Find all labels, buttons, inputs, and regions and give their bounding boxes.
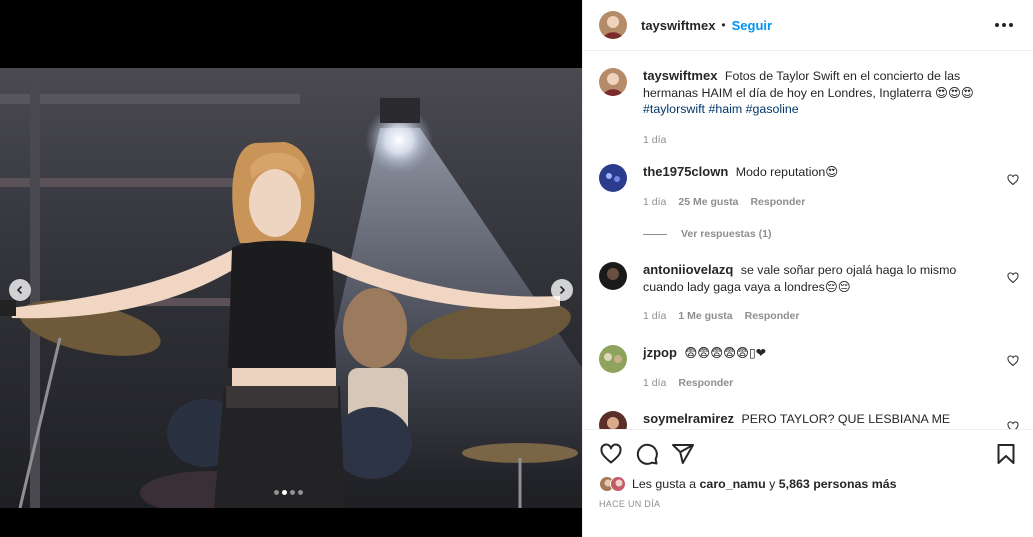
comment-icon[interactable]	[635, 442, 659, 466]
action-buttons	[583, 430, 1033, 466]
caption-meta: 1 día	[643, 132, 993, 149]
comment-text: Modo reputation😍	[735, 165, 839, 179]
comment-likes[interactable]: 1 Me gusta	[678, 308, 732, 325]
reply-button[interactable]: Responder	[750, 194, 805, 211]
post-actions-section: Les gusta a caro_namu y 5,863 personas m…	[583, 429, 1033, 537]
carousel-prev-button[interactable]	[9, 279, 31, 301]
post-timestamp[interactable]: HACE UN DÍA	[583, 492, 1033, 509]
bookmark-icon[interactable]	[994, 442, 1018, 466]
hashtag-link[interactable]: #taylorswift	[643, 102, 705, 116]
avatar-image	[599, 411, 627, 429]
heart-icon[interactable]	[599, 442, 623, 466]
carousel-dot	[290, 490, 295, 495]
carousel-dot	[298, 490, 303, 495]
avatar[interactable]	[599, 345, 627, 373]
comment-likes[interactable]: 25 Me gusta	[678, 194, 738, 211]
carousel-dot	[274, 490, 279, 495]
avatar-image	[599, 345, 627, 373]
liker-avatar-image	[611, 477, 625, 491]
comment-meta: 1 día Responder	[643, 375, 993, 392]
likes-middle: y	[769, 477, 776, 491]
view-replies-label: Ver respuestas (1)	[681, 228, 772, 240]
likes-count-link[interactable]: 5,863 personas más	[779, 477, 897, 491]
more-options-icon[interactable]	[991, 17, 1017, 33]
avatar-image	[599, 262, 627, 290]
post-header: tayswiftmex • Seguir	[583, 0, 1033, 51]
avatar-image	[599, 164, 627, 192]
avatar[interactable]	[599, 262, 627, 290]
concert-photo-illustration	[0, 68, 582, 508]
comment-body: antoniiovelazq se vale soñar pero ojalá …	[643, 262, 993, 325]
comment-username[interactable]: soymelramirez	[643, 411, 734, 426]
more-dot	[1009, 23, 1013, 27]
comment-meta: 1 día 1 Me gusta Responder	[643, 308, 993, 325]
follow-button[interactable]: Seguir	[732, 18, 772, 33]
post-photo[interactable]	[0, 68, 582, 508]
chevron-left-icon	[16, 285, 23, 295]
like-comment-heart-icon[interactable]	[1007, 272, 1019, 284]
likes-text: Les gusta a caro_namu y 5,863 personas m…	[632, 477, 897, 491]
like-comment-heart-icon[interactable]	[1007, 174, 1019, 186]
separator-dot: •	[721, 18, 726, 32]
comment-username[interactable]: jzpop	[643, 345, 677, 360]
post-side-panel: tayswiftmex • Seguir tayswiftmex Fotos d…	[582, 0, 1033, 537]
likes-prefix: Les gusta a	[632, 477, 697, 491]
view-replies-button[interactable]: Ver respuestas (1)	[643, 228, 771, 240]
avatar-image	[599, 68, 627, 96]
likes-summary: Les gusta a caro_namu y 5,863 personas m…	[583, 466, 1033, 492]
chevron-right-icon	[559, 285, 566, 295]
comments-list[interactable]: tayswiftmex Fotos de Taylor Swift en el …	[583, 52, 1033, 429]
comment-username[interactable]: antoniiovelazq	[643, 262, 733, 277]
more-dot	[1002, 23, 1006, 27]
comment-body: the1975clown Modo reputation😍 1 día 25 M…	[643, 164, 993, 210]
liker-avatar	[610, 476, 626, 492]
caption-username[interactable]: tayswiftmex	[643, 68, 717, 83]
reply-button[interactable]: Responder	[678, 375, 733, 392]
carousel-dot-active	[282, 490, 287, 495]
divider-line	[643, 233, 667, 235]
comment-time[interactable]: 1 día	[643, 375, 666, 392]
hashtag-link[interactable]: #gasoline	[746, 102, 799, 116]
avatar-image	[599, 11, 627, 39]
caption-body: tayswiftmex Fotos de Taylor Swift en el …	[643, 68, 993, 148]
avatar[interactable]	[599, 11, 627, 39]
like-comment-heart-icon[interactable]	[1007, 355, 1019, 367]
avatar[interactable]	[599, 411, 627, 429]
comment-time[interactable]: 1 día	[643, 308, 666, 325]
carousel-next-button[interactable]	[551, 279, 573, 301]
comment-time[interactable]: 1 día	[643, 194, 666, 211]
likes-user-link[interactable]: caro_namu	[700, 477, 766, 491]
avatar[interactable]	[599, 164, 627, 192]
carousel-indicator	[274, 490, 303, 495]
comment-meta: 1 día 25 Me gusta Responder	[643, 194, 993, 211]
comment-body: soymelramirez PERO TAYLOR? QUE LESBIANA …	[643, 411, 993, 429]
post-username[interactable]: tayswiftmex	[641, 18, 715, 33]
comment-username[interactable]: the1975clown	[643, 164, 728, 179]
reply-button[interactable]: Responder	[745, 308, 800, 325]
more-dot	[995, 23, 999, 27]
caption-time[interactable]: 1 día	[643, 132, 666, 149]
hashtag-link[interactable]: #haim	[708, 102, 742, 116]
like-comment-heart-icon[interactable]	[1007, 421, 1019, 429]
comment-text: 😨😨😨😨😨▯❤	[684, 346, 767, 360]
comment-body: jzpop 😨😨😨😨😨▯❤ 1 día Responder	[643, 345, 993, 391]
avatar[interactable]	[599, 68, 627, 96]
post-media	[0, 0, 582, 537]
share-icon[interactable]	[671, 442, 695, 466]
